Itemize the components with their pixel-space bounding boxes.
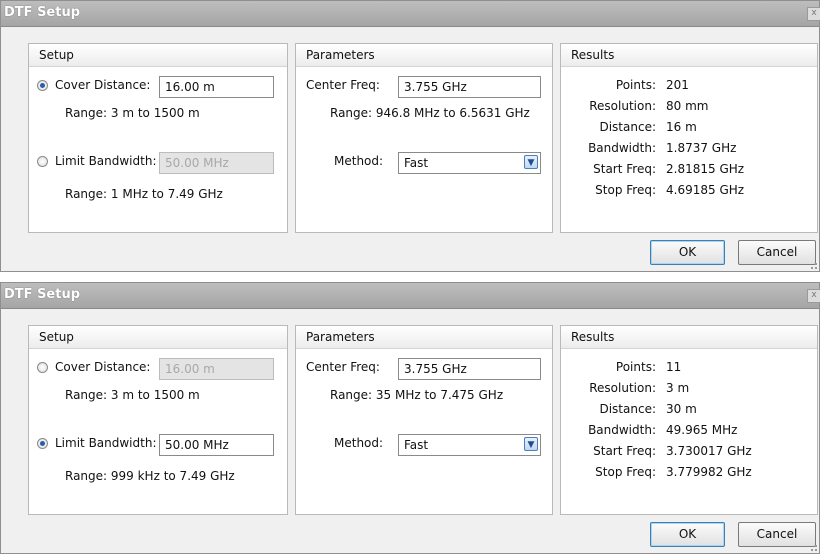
title-bar[interactable]: DTF Setup x [1,283,820,309]
method-select[interactable]: Fast ▼ [398,152,541,174]
limit-bandwidth-field[interactable]: 50.00 MHz [159,434,274,456]
parameters-panel: Parameters Center Freq: 3.755 GHz Range:… [295,43,553,233]
result-label: Stop Freq: [595,183,656,197]
result-label: Start Freq: [593,444,656,458]
setup-header: Setup [39,48,74,62]
resize-grip[interactable] [811,545,817,551]
method-label: Method: [334,154,384,168]
limit-bandwidth-radio[interactable] [37,156,48,167]
parameters-header: Parameters [306,330,375,344]
results-panel: Results Points: 201 Resolution: 80 mm Di… [560,43,818,233]
result-value: 80 mm [666,99,709,113]
chevron-down-icon[interactable]: ▼ [524,437,538,451]
cancel-button[interactable]: Cancel [738,522,816,547]
title-bar[interactable]: DTF Setup x [1,1,820,27]
cover-distance-radio[interactable] [37,362,48,373]
method-value: Fast [404,156,429,170]
result-label: Distance: [599,402,656,416]
result-value: 3.730017 GHz [666,444,752,458]
result-label: Bandwidth: [588,423,656,437]
dialog-title: DTF Setup [4,287,81,302]
limit-bandwidth-range: Range: 1 MHz to 7.49 GHz [65,187,223,201]
result-value: 16 m [666,120,697,134]
result-value: 3.779982 GHz [666,465,752,479]
center-freq-range: Range: 946.8 MHz to 6.5631 GHz [330,106,530,120]
results-panel: Results Points: 11 Resolution: 3 m Dista… [560,325,818,515]
result-label: Start Freq: [593,162,656,176]
dtf-setup-dialog: DTF Setup x Setup Cover Distance: 16.00 … [0,282,820,554]
result-value: 1.8737 GHz [666,141,737,155]
cancel-button[interactable]: Cancel [738,240,816,265]
result-value: 4.69185 GHz [666,183,745,197]
result-label: Bandwidth: [588,141,656,155]
results-header: Results [571,330,615,344]
dialog-title: DTF Setup [4,5,81,20]
result-label: Distance: [599,120,656,134]
center-freq-label: Center Freq: [306,360,380,374]
setup-panel: Setup Cover Distance: 16.00 m Range: 3 m… [28,43,288,233]
cover-distance-range: Range: 3 m to 1500 m [65,388,200,402]
ok-button[interactable]: OK [650,240,725,265]
method-label: Method: [334,436,384,450]
result-label: Resolution: [589,99,656,113]
setup-header: Setup [39,330,74,344]
setup-panel: Setup Cover Distance: 16.00 m Range: 3 m… [28,325,288,515]
cover-distance-label: Cover Distance: [55,78,151,92]
limit-bandwidth-label: Limit Bandwidth: [55,436,157,450]
center-freq-field[interactable]: 3.755 GHz [398,76,541,98]
ok-button[interactable]: OK [650,522,725,547]
parameters-header: Parameters [306,48,375,62]
method-select[interactable]: Fast ▼ [398,434,541,456]
result-label: Resolution: [589,381,656,395]
parameters-panel: Parameters Center Freq: 3.755 GHz Range:… [295,325,553,515]
limit-bandwidth-field[interactable]: 50.00 MHz [159,152,274,174]
result-value: 30 m [666,402,697,416]
chevron-down-icon[interactable]: ▼ [524,155,538,169]
resize-grip[interactable] [811,263,817,269]
result-value: 3 m [666,381,690,395]
limit-bandwidth-label: Limit Bandwidth: [55,154,157,168]
result-value: 2.81815 GHz [666,162,745,176]
cover-distance-label: Cover Distance: [55,360,151,374]
result-label: Points: [615,360,656,374]
center-freq-range: Range: 35 MHz to 7.475 GHz [330,388,504,402]
result-label: Points: [615,78,656,92]
limit-bandwidth-range: Range: 999 kHz to 7.49 GHz [65,469,235,483]
result-value: 49.965 MHz [666,423,738,437]
method-value: Fast [404,438,429,452]
limit-bandwidth-radio[interactable] [37,438,48,449]
results-header: Results [571,48,615,62]
close-icon[interactable]: x [807,289,820,303]
close-icon[interactable]: x [807,7,820,21]
center-freq-label: Center Freq: [306,78,380,92]
result-value: 201 [666,78,689,92]
result-label: Stop Freq: [595,465,656,479]
cover-distance-range: Range: 3 m to 1500 m [65,106,200,120]
cover-distance-field[interactable]: 16.00 m [159,358,274,380]
result-value: 11 [666,360,682,374]
center-freq-field[interactable]: 3.755 GHz [398,358,541,380]
dtf-setup-dialog: DTF Setup x Setup Cover Distance: 16.00 … [0,0,820,272]
cover-distance-field[interactable]: 16.00 m [159,76,274,98]
cover-distance-radio[interactable] [37,80,48,91]
